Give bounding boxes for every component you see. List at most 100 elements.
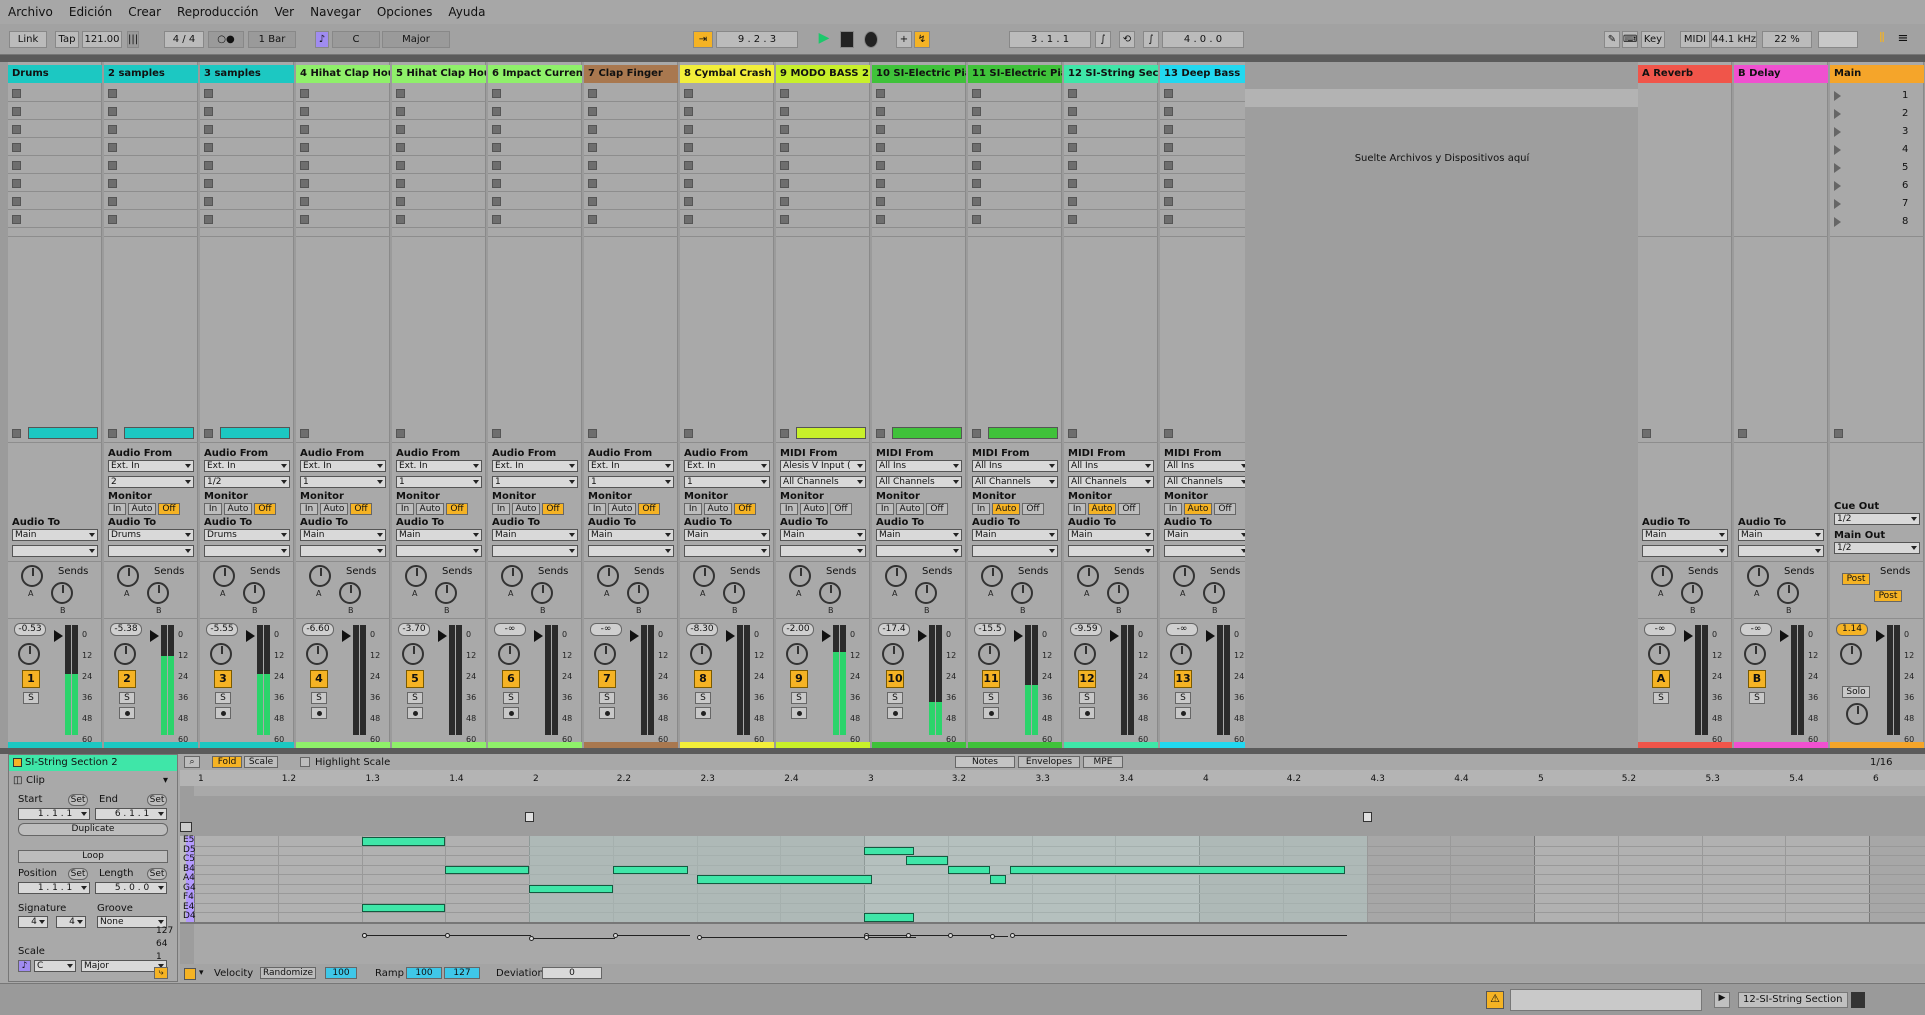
track-header[interactable]: 8 Cymbal Crash R [680, 65, 774, 83]
volume-fader-handle[interactable] [630, 630, 639, 642]
monitor-in-button[interactable]: In [972, 503, 990, 515]
sub-routing-select[interactable] [972, 545, 1058, 557]
track-activator-button[interactable]: 6 [502, 670, 520, 688]
volume-fader-handle[interactable] [1206, 630, 1215, 642]
monitor-in-button[interactable]: In [492, 503, 510, 515]
midi-note[interactable] [445, 865, 529, 875]
clip-slot-stop-icon[interactable] [396, 107, 405, 116]
loop-button[interactable]: Loop [18, 850, 168, 863]
audio-to-select[interactable]: Main [876, 529, 962, 541]
send-b-knob[interactable] [339, 582, 361, 604]
clip-slot-stop-icon[interactable] [12, 179, 21, 188]
quantize-select[interactable]: 1 Bar [248, 31, 296, 48]
monitor-auto-button[interactable]: Auto [416, 503, 444, 515]
volume-value[interactable]: -15.5 [974, 623, 1006, 636]
clip-slot-stop-icon[interactable] [300, 215, 309, 224]
midi-note[interactable] [864, 913, 915, 922]
position-set-button[interactable]: Set [68, 868, 88, 880]
clip-slot-stop-icon[interactable] [396, 161, 405, 170]
monitor-auto-button[interactable]: Auto [224, 503, 252, 515]
volume-fader-handle[interactable] [1110, 630, 1119, 642]
scene-number[interactable]: 6 [1902, 180, 1908, 191]
clip-slot-stop-icon[interactable] [108, 143, 117, 152]
track-activator-button[interactable]: 7 [598, 670, 616, 688]
velocity-handle[interactable] [989, 934, 995, 940]
pan-knob[interactable] [498, 643, 520, 665]
drop-zone[interactable]: Suelte Archivos y Dispositivos aquí [1245, 62, 1639, 748]
stop-clip-icon[interactable] [876, 429, 885, 438]
monitor-in-button[interactable]: In [1164, 503, 1182, 515]
clip-slot-stop-icon[interactable] [492, 161, 501, 170]
send-b-knob[interactable] [1681, 582, 1703, 604]
input-type-select[interactable]: Ext. In [588, 460, 674, 472]
arm-record-button[interactable] [407, 707, 423, 719]
audio-to-select[interactable]: Drums [108, 529, 194, 541]
input-type-select[interactable]: Ext. In [396, 460, 482, 472]
track-header[interactable]: 9 MODO BASS 2 [776, 65, 870, 83]
device-view-icon[interactable] [1851, 992, 1865, 1008]
clip-slot-stop-icon[interactable] [972, 107, 981, 116]
track-header[interactable]: 13 Deep Bass [1160, 65, 1254, 83]
midi-note[interactable] [361, 903, 446, 913]
volume-fader-handle[interactable] [342, 630, 351, 642]
track-activator-button[interactable]: 2 [118, 670, 136, 688]
send-b-knob[interactable] [1011, 582, 1033, 604]
scene-launch-icon[interactable] [1834, 181, 1841, 191]
track-header[interactable]: 7 Clap Finger [584, 65, 678, 83]
clip-slot-stop-icon[interactable] [684, 197, 693, 206]
clip-slot-stop-icon[interactable] [1068, 179, 1077, 188]
clip-slot-stop-icon[interactable] [1164, 143, 1173, 152]
input-type-select[interactable]: Ext. In [492, 460, 578, 472]
track-activator-button[interactable]: 9 [790, 670, 808, 688]
track-activator-button[interactable]: 3 [214, 670, 232, 688]
clip-activator-icon[interactable] [13, 758, 22, 767]
monitor-in-button[interactable]: In [780, 503, 798, 515]
volume-value[interactable]: -∞ [1644, 623, 1676, 636]
scale-button[interactable]: Scale [244, 756, 278, 768]
sub-routing-select[interactable] [1738, 545, 1824, 557]
sub-routing-select[interactable] [492, 545, 578, 557]
grid-select[interactable]: 1/16 [1870, 757, 1892, 768]
track-header[interactable]: 4 Hihat Clap Hous [296, 65, 390, 83]
clip-slot-stop-icon[interactable] [876, 179, 885, 188]
monitor-in-button[interactable]: In [300, 503, 318, 515]
monitor-in-button[interactable]: In [1068, 503, 1086, 515]
input-channel-select[interactable]: All Channels [1164, 476, 1250, 488]
clip-slot-stop-icon[interactable] [876, 215, 885, 224]
clip-slot-stop-icon[interactable] [1068, 197, 1077, 206]
tab-mpe[interactable]: MPE [1083, 756, 1123, 768]
clip-slot-stop-icon[interactable] [1164, 179, 1173, 188]
sub-routing-select[interactable] [684, 545, 770, 557]
clip-slot-stop-icon[interactable] [108, 179, 117, 188]
midi-note[interactable] [696, 875, 873, 884]
clip-slot-stop-icon[interactable] [492, 107, 501, 116]
send-a-knob[interactable] [117, 565, 139, 587]
send-b-knob[interactable] [627, 582, 649, 604]
post-button-b[interactable]: Post [1874, 590, 1902, 602]
input-type-select[interactable]: All Ins [1164, 460, 1250, 472]
velocity-lane[interactable] [194, 924, 1925, 964]
track-activator-button[interactable]: 13 [1174, 670, 1192, 688]
arm-record-button[interactable] [1175, 707, 1191, 719]
solo-button[interactable]: S [407, 692, 423, 704]
send-b-knob[interactable] [435, 582, 457, 604]
input-type-select[interactable]: Ext. In [300, 460, 386, 472]
stop-clip-icon[interactable] [108, 429, 117, 438]
clip-slot-stop-icon[interactable] [300, 89, 309, 98]
scene-number[interactable]: 7 [1902, 198, 1908, 209]
automation-arm-icon[interactable]: ↯ [914, 31, 930, 48]
volume-value[interactable]: -17.4 [878, 623, 910, 636]
clip-slot-stop-icon[interactable] [12, 215, 21, 224]
clip-slot-stop-icon[interactable] [108, 161, 117, 170]
audio-to-select[interactable]: Main [300, 529, 386, 541]
volume-value[interactable]: -5.55 [206, 623, 238, 636]
solo-button[interactable]: S [23, 692, 39, 704]
volume-value[interactable]: -∞ [1166, 623, 1198, 636]
clip-slot-stop-icon[interactable] [1164, 125, 1173, 134]
stop-clip-icon[interactable] [492, 429, 501, 438]
clip-slot-stop-icon[interactable] [972, 143, 981, 152]
clip-slot-stop-icon[interactable] [684, 143, 693, 152]
stop-clip-icon[interactable] [1834, 429, 1843, 438]
input-channel-select[interactable]: All Channels [1068, 476, 1154, 488]
link-button[interactable]: Link [9, 31, 47, 48]
